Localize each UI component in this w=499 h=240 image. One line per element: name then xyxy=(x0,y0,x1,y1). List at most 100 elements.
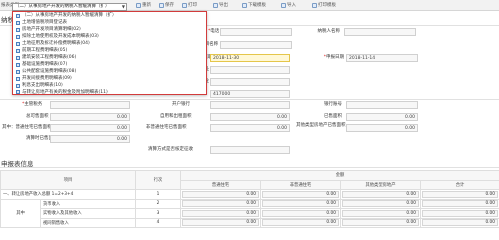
row-line: 3 xyxy=(135,208,181,219)
download-icon xyxy=(242,3,247,8)
taxpayer-name-field[interactable] xyxy=(344,28,416,36)
project-field[interactable] xyxy=(220,41,292,49)
header-other: 其他类型房地产 xyxy=(340,179,421,190)
declare-date-field[interactable]: 2018-11-14 xyxy=(346,54,418,62)
dropdown-option[interactable]: 扣除土地使用权及开发成本明细表(03) xyxy=(16,34,99,40)
phone-label: *电话 xyxy=(208,29,220,34)
dropdown-option[interactable]: 基础设施费明细表(07) xyxy=(16,62,67,68)
chevron-down-icon: ▼ xyxy=(121,4,125,9)
cell-nonordinary[interactable]: 0.00 xyxy=(260,217,341,228)
form-icon xyxy=(16,55,20,60)
phone-field[interactable] xyxy=(220,28,292,36)
cell-total[interactable]: 0.00 xyxy=(419,189,499,200)
self-use-area-label: 自用和出租面积 xyxy=(160,114,192,119)
other-area-label: 其他类型房地产已售面积 xyxy=(296,123,346,128)
header-nonordinary: 非普通住宅 xyxy=(260,179,341,190)
account-label: 银行账号 xyxy=(324,102,342,107)
cell-other[interactable]: 0.00 xyxy=(340,198,421,209)
row-item: 视同销售收入 xyxy=(40,217,136,228)
download-template-button[interactable]: 下载模板 xyxy=(242,2,266,9)
cell-ordinary[interactable]: 0.00 xyxy=(180,189,261,200)
address-field[interactable] xyxy=(210,66,290,74)
form-icon xyxy=(16,41,20,46)
print-icon xyxy=(182,3,187,8)
cell-other[interactable]: 0.00 xyxy=(340,189,421,200)
export-icon xyxy=(213,3,218,8)
sub-label: 其中 xyxy=(0,198,41,228)
bank-field[interactable] xyxy=(210,101,290,109)
divider xyxy=(0,99,499,100)
self-use-area-field[interactable]: 0.00 xyxy=(210,113,290,121)
total-area-field[interactable]: 0.00 xyxy=(50,113,130,121)
report-type-select[interactable]: （二）从事房地产开发的纳税人暂缓清算（扩） ▼ xyxy=(12,3,127,11)
dropdown-option[interactable]: 房地产开发项目清算明细(02) xyxy=(16,27,81,33)
cell-ordinary[interactable]: 0.00 xyxy=(180,217,261,228)
row-line: 4 xyxy=(135,217,181,228)
row-item: 货币收入 xyxy=(40,198,136,209)
clearing-method-label: 清算方式是否核定征收 xyxy=(148,147,193,152)
account-field[interactable] xyxy=(346,101,418,109)
header-line: 行次 xyxy=(135,170,181,190)
period-field[interactable]: 2018-11-30 xyxy=(210,54,290,62)
save-button[interactable]: 保存 xyxy=(159,2,174,9)
cell-nonordinary[interactable]: 0.00 xyxy=(260,208,341,219)
cell-nonordinary[interactable]: 0.00 xyxy=(260,198,341,209)
ordinary-area-field[interactable]: 0.00 xyxy=(50,124,130,132)
table-row: 实物收入及其他收入 3 0.00 0.00 0.00 0.00 xyxy=(1,208,499,219)
import-icon xyxy=(281,3,286,8)
dropdown-option[interactable]: 与转让房地产有关的税金及附加明细表(11) xyxy=(16,90,108,96)
export-button[interactable]: 导出 xyxy=(213,2,228,9)
taxpayer-name-label: 纳税人名称 xyxy=(317,29,341,34)
refresh-button[interactable]: 重新 xyxy=(136,2,151,9)
dropdown-option[interactable]: 土地增值税项目登记表 xyxy=(16,20,67,26)
dropdown-option[interactable]: 利息支出明细表(10) xyxy=(16,83,63,89)
save-icon xyxy=(159,3,164,8)
header-amount: 金额 xyxy=(179,170,499,181)
dropdown-option[interactable]: 建筑安装工程费明细表(06) xyxy=(16,55,76,61)
nonordinary-area-label: 非普通住宅已售面积 xyxy=(146,125,187,130)
zip-field[interactable]: 417000 xyxy=(210,90,290,98)
bank-label: 开户银行 xyxy=(172,102,190,107)
cell-ordinary[interactable]: 0.00 xyxy=(180,198,261,209)
table-row: 其中 货币收入 2 0.00 0.00 0.00 0.00 xyxy=(0,198,499,228)
form-icon xyxy=(16,34,20,39)
cell-ordinary[interactable]: 0.00 xyxy=(180,208,261,219)
declaration-table: 项目 行次 金额 普通住宅 非普通住宅 其他类型房地产 合计 一、转让房地产收入… xyxy=(0,170,499,228)
clearing-method-field[interactable] xyxy=(210,146,290,154)
cell-nonordinary[interactable]: 0.00 xyxy=(260,189,341,200)
other-area-field[interactable]: 0.00 xyxy=(346,124,418,132)
total-area-label: 总可售面积 xyxy=(26,114,49,119)
divider xyxy=(0,167,499,168)
header-item: 项目 xyxy=(0,170,136,190)
table-row: 视同销售收入 4 0.00 0.00 0.00 0.00 xyxy=(1,217,499,228)
print-button[interactable]: 打印 xyxy=(182,2,197,9)
bank-label-left: *主管税务 xyxy=(22,102,43,107)
print-template-icon xyxy=(312,3,317,8)
sold-area-label: 已售面积 xyxy=(324,114,342,119)
dropdown-option[interactable]: 土地征用及拆迁补偿费明细表(04) xyxy=(16,41,90,47)
form-icon xyxy=(16,62,20,67)
dropdown-option[interactable]: （二）从事房地产开发的纳税人暂缓清算（扩） xyxy=(16,13,117,19)
cell-total[interactable]: 0.00 xyxy=(419,208,499,219)
row-line: 1 xyxy=(135,189,181,200)
row-item: 一、转让房地产收入总额 1=2+3+4 xyxy=(0,189,136,200)
cell-other[interactable]: 0.00 xyxy=(340,208,421,219)
tax-authority-field[interactable] xyxy=(50,101,130,109)
row-line: 2 xyxy=(135,198,181,209)
dropdown-option[interactable]: 公共配套设施费明细表(08) xyxy=(16,69,76,75)
dropdown-option[interactable]: 开发间接费用明细表(09) xyxy=(16,76,72,82)
cell-other[interactable]: 0.00 xyxy=(340,217,421,228)
table-row: 一、转让房地产收入总额 1=2+3+4 1 0.00 0.00 0.00 0.0… xyxy=(0,189,499,200)
sold-area-field[interactable]: 0.00 xyxy=(346,113,418,121)
cell-total[interactable]: 0.00 xyxy=(419,198,499,209)
dropdown-option[interactable]: 前期工程费明细表(05) xyxy=(16,48,67,54)
industry-field[interactable] xyxy=(210,78,290,86)
report-type-dropdown-list: （二）从事房地产开发的纳税人暂缓清算（扩） 土地增值税项目登记表 房地产开发项目… xyxy=(12,11,207,95)
print-template-button[interactable]: 打印模板 xyxy=(312,2,336,9)
import-button[interactable]: 导入 xyxy=(281,2,296,9)
clearing-area-field[interactable]: 0.00 xyxy=(50,135,130,143)
nonordinary-area-field[interactable]: 0.00 xyxy=(210,124,290,132)
cell-total[interactable]: 0.00 xyxy=(419,217,499,228)
form-icon xyxy=(16,48,20,53)
header-total: 合计 xyxy=(419,179,499,190)
